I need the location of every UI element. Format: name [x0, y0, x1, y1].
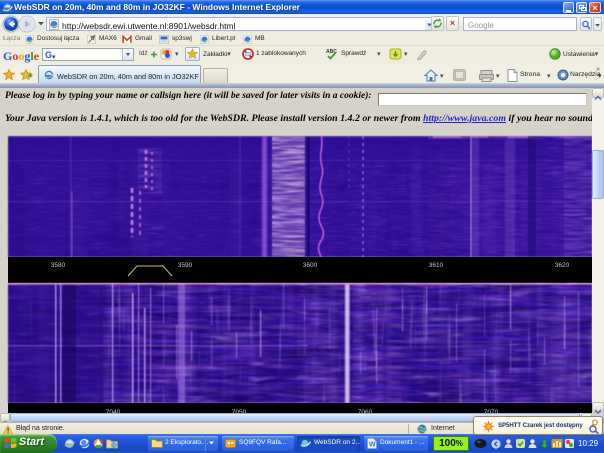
svg-text:3620: 3620: [555, 262, 570, 269]
svg-text:3580: 3580: [51, 262, 66, 269]
svg-text:3590: 3590: [178, 262, 193, 269]
svg-text:3600: 3600: [303, 262, 318, 269]
svg-text:3610: 3610: [429, 262, 444, 269]
svg-text:W: W: [369, 442, 376, 449]
